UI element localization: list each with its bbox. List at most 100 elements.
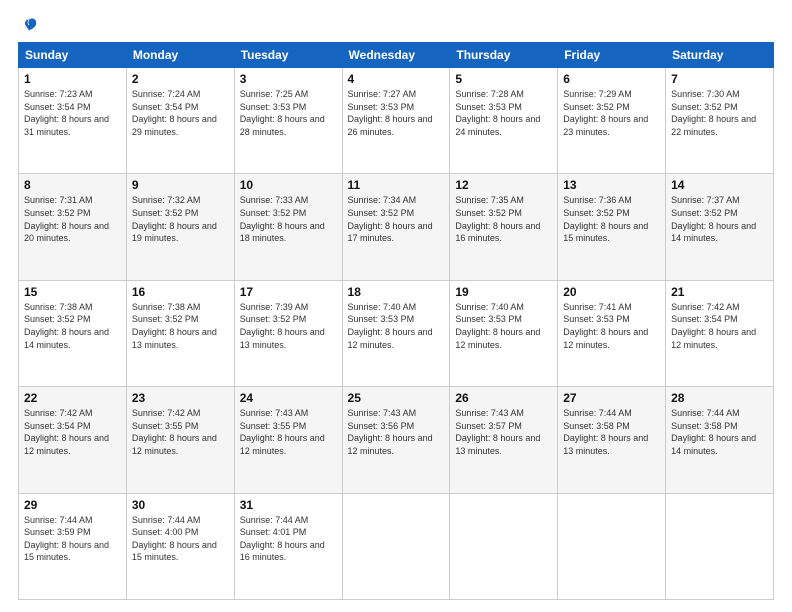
- cell-text: Sunrise: 7:30 AMSunset: 3:52 PMDaylight:…: [671, 88, 768, 138]
- day-number: 25: [348, 391, 445, 405]
- day-number: 21: [671, 285, 768, 299]
- calendar-cell: 13 Sunrise: 7:36 AMSunset: 3:52 PMDayligh…: [558, 174, 666, 280]
- day-number: 2: [132, 72, 229, 86]
- day-header-saturday: Saturday: [666, 43, 774, 68]
- calendar-cell: 23 Sunrise: 7:42 AMSunset: 3:55 PMDayligh…: [126, 387, 234, 493]
- day-number: 5: [455, 72, 552, 86]
- day-number: 16: [132, 285, 229, 299]
- cell-text: Sunrise: 7:42 AMSunset: 3:55 PMDaylight:…: [132, 407, 229, 457]
- calendar-cell: 21 Sunrise: 7:42 AMSunset: 3:54 PMDayligh…: [666, 280, 774, 386]
- page: SundayMondayTuesdayWednesdayThursdayFrid…: [0, 0, 792, 612]
- cell-text: Sunrise: 7:39 AMSunset: 3:52 PMDaylight:…: [240, 301, 337, 351]
- day-number: 26: [455, 391, 552, 405]
- calendar-cell: [450, 493, 558, 599]
- calendar-cell: 4 Sunrise: 7:27 AMSunset: 3:53 PMDaylight…: [342, 68, 450, 174]
- calendar-week-row: 29 Sunrise: 7:44 AMSunset: 3:59 PMDayligh…: [19, 493, 774, 599]
- calendar-cell: 5 Sunrise: 7:28 AMSunset: 3:53 PMDaylight…: [450, 68, 558, 174]
- cell-text: Sunrise: 7:24 AMSunset: 3:54 PMDaylight:…: [132, 88, 229, 138]
- calendar-cell: 18Sunrise: 7:40 AMSunset: 3:53 PMDayligh…: [342, 280, 450, 386]
- day-header-friday: Friday: [558, 43, 666, 68]
- calendar-cell: 10Sunrise: 7:33 AMSunset: 3:52 PMDayligh…: [234, 174, 342, 280]
- calendar-header-row: SundayMondayTuesdayWednesdayThursdayFrid…: [19, 43, 774, 68]
- day-number: 20: [563, 285, 660, 299]
- day-number: 6: [563, 72, 660, 86]
- calendar-cell: 9 Sunrise: 7:32 AMSunset: 3:52 PMDaylight…: [126, 174, 234, 280]
- day-number: 13: [563, 178, 660, 192]
- day-number: 4: [348, 72, 445, 86]
- cell-text: Sunrise: 7:41 AMSunset: 3:53 PMDaylight:…: [563, 301, 660, 351]
- logo-bird-icon: [20, 16, 38, 34]
- day-number: 14: [671, 178, 768, 192]
- calendar-cell: 22Sunrise: 7:42 AMSunset: 3:54 PMDayligh…: [19, 387, 127, 493]
- day-number: 24: [240, 391, 337, 405]
- calendar-week-row: 8 Sunrise: 7:31 AMSunset: 3:52 PMDaylight…: [19, 174, 774, 280]
- cell-text: Sunrise: 7:38 AMSunset: 3:52 PMDaylight:…: [132, 301, 229, 351]
- day-number: 9: [132, 178, 229, 192]
- cell-text: Sunrise: 7:33 AMSunset: 3:52 PMDaylight:…: [240, 194, 337, 244]
- calendar-cell: 6Sunrise: 7:29 AMSunset: 3:52 PMDaylight…: [558, 68, 666, 174]
- cell-text: Sunrise: 7:37 AMSunset: 3:52 PMDaylight:…: [671, 194, 768, 244]
- calendar-cell: 11Sunrise: 7:34 AMSunset: 3:52 PMDayligh…: [342, 174, 450, 280]
- day-header-wednesday: Wednesday: [342, 43, 450, 68]
- cell-text: Sunrise: 7:44 AMSunset: 3:59 PMDaylight:…: [24, 514, 121, 564]
- cell-text: Sunrise: 7:42 AMSunset: 3:54 PMDaylight:…: [24, 407, 121, 457]
- cell-text: Sunrise: 7:23 AMSunset: 3:54 PMDaylight:…: [24, 88, 121, 138]
- cell-text: Sunrise: 7:27 AMSunset: 3:53 PMDaylight:…: [348, 88, 445, 138]
- cell-text: Sunrise: 7:40 AMSunset: 3:53 PMDaylight:…: [455, 301, 552, 351]
- day-header-monday: Monday: [126, 43, 234, 68]
- calendar-cell: 3 Sunrise: 7:25 AMSunset: 3:53 PMDaylight…: [234, 68, 342, 174]
- calendar-cell: 8 Sunrise: 7:31 AMSunset: 3:52 PMDaylight…: [19, 174, 127, 280]
- calendar-cell: 16 Sunrise: 7:38 AMSunset: 3:52 PMDayligh…: [126, 280, 234, 386]
- cell-text: Sunrise: 7:44 AMSunset: 4:00 PMDaylight:…: [132, 514, 229, 564]
- calendar-table: SundayMondayTuesdayWednesdayThursdayFrid…: [18, 42, 774, 600]
- calendar-cell: 7 Sunrise: 7:30 AMSunset: 3:52 PMDaylight…: [666, 68, 774, 174]
- cell-text: Sunrise: 7:44 AMSunset: 4:01 PMDaylight:…: [240, 514, 337, 564]
- day-number: 23: [132, 391, 229, 405]
- cell-text: Sunrise: 7:43 AMSunset: 3:57 PMDaylight:…: [455, 407, 552, 457]
- logo: [18, 16, 38, 34]
- day-number: 31: [240, 498, 337, 512]
- day-number: 7: [671, 72, 768, 86]
- cell-text: Sunrise: 7:35 AMSunset: 3:52 PMDaylight:…: [455, 194, 552, 244]
- calendar-cell: 2 Sunrise: 7:24 AMSunset: 3:54 PMDaylight…: [126, 68, 234, 174]
- cell-text: Sunrise: 7:44 AMSunset: 3:58 PMDaylight:…: [671, 407, 768, 457]
- cell-text: Sunrise: 7:38 AMSunset: 3:52 PMDaylight:…: [24, 301, 121, 351]
- calendar-cell: 15Sunrise: 7:38 AMSunset: 3:52 PMDayligh…: [19, 280, 127, 386]
- cell-text: Sunrise: 7:40 AMSunset: 3:53 PMDaylight:…: [348, 301, 445, 351]
- calendar-cell: [342, 493, 450, 599]
- calendar-week-row: 22Sunrise: 7:42 AMSunset: 3:54 PMDayligh…: [19, 387, 774, 493]
- calendar-cell: 24 Sunrise: 7:43 AMSunset: 3:55 PMDayligh…: [234, 387, 342, 493]
- calendar-cell: 1 Sunrise: 7:23 AMSunset: 3:54 PMDaylight…: [19, 68, 127, 174]
- day-number: 3: [240, 72, 337, 86]
- cell-text: Sunrise: 7:42 AMSunset: 3:54 PMDaylight:…: [671, 301, 768, 351]
- day-number: 27: [563, 391, 660, 405]
- day-number: 1: [24, 72, 121, 86]
- calendar-week-row: 1 Sunrise: 7:23 AMSunset: 3:54 PMDaylight…: [19, 68, 774, 174]
- cell-text: Sunrise: 7:32 AMSunset: 3:52 PMDaylight:…: [132, 194, 229, 244]
- header: [18, 16, 774, 34]
- day-number: 19: [455, 285, 552, 299]
- calendar-cell: 17 Sunrise: 7:39 AMSunset: 3:52 PMDayligh…: [234, 280, 342, 386]
- calendar-cell: 31 Sunrise: 7:44 AMSunset: 4:01 PMDayligh…: [234, 493, 342, 599]
- cell-text: Sunrise: 7:36 AMSunset: 3:52 PMDaylight:…: [563, 194, 660, 244]
- cell-text: Sunrise: 7:34 AMSunset: 3:52 PMDaylight:…: [348, 194, 445, 244]
- cell-text: Sunrise: 7:31 AMSunset: 3:52 PMDaylight:…: [24, 194, 121, 244]
- day-header-tuesday: Tuesday: [234, 43, 342, 68]
- day-header-thursday: Thursday: [450, 43, 558, 68]
- cell-text: Sunrise: 7:28 AMSunset: 3:53 PMDaylight:…: [455, 88, 552, 138]
- calendar-cell: 26 Sunrise: 7:43 AMSunset: 3:57 PMDayligh…: [450, 387, 558, 493]
- calendar-cell: 14 Sunrise: 7:37 AMSunset: 3:52 PMDayligh…: [666, 174, 774, 280]
- calendar-cell: 28Sunrise: 7:44 AMSunset: 3:58 PMDayligh…: [666, 387, 774, 493]
- day-number: 29: [24, 498, 121, 512]
- calendar-cell: 29 Sunrise: 7:44 AMSunset: 3:59 PMDayligh…: [19, 493, 127, 599]
- calendar-cell: 20 Sunrise: 7:41 AMSunset: 3:53 PMDayligh…: [558, 280, 666, 386]
- day-number: 12: [455, 178, 552, 192]
- calendar-cell: 27Sunrise: 7:44 AMSunset: 3:58 PMDayligh…: [558, 387, 666, 493]
- cell-text: Sunrise: 7:43 AMSunset: 3:55 PMDaylight:…: [240, 407, 337, 457]
- day-number: 30: [132, 498, 229, 512]
- day-number: 8: [24, 178, 121, 192]
- calendar-cell: 19 Sunrise: 7:40 AMSunset: 3:53 PMDayligh…: [450, 280, 558, 386]
- cell-text: Sunrise: 7:25 AMSunset: 3:53 PMDaylight:…: [240, 88, 337, 138]
- calendar-cell: 30 Sunrise: 7:44 AMSunset: 4:00 PMDayligh…: [126, 493, 234, 599]
- day-number: 17: [240, 285, 337, 299]
